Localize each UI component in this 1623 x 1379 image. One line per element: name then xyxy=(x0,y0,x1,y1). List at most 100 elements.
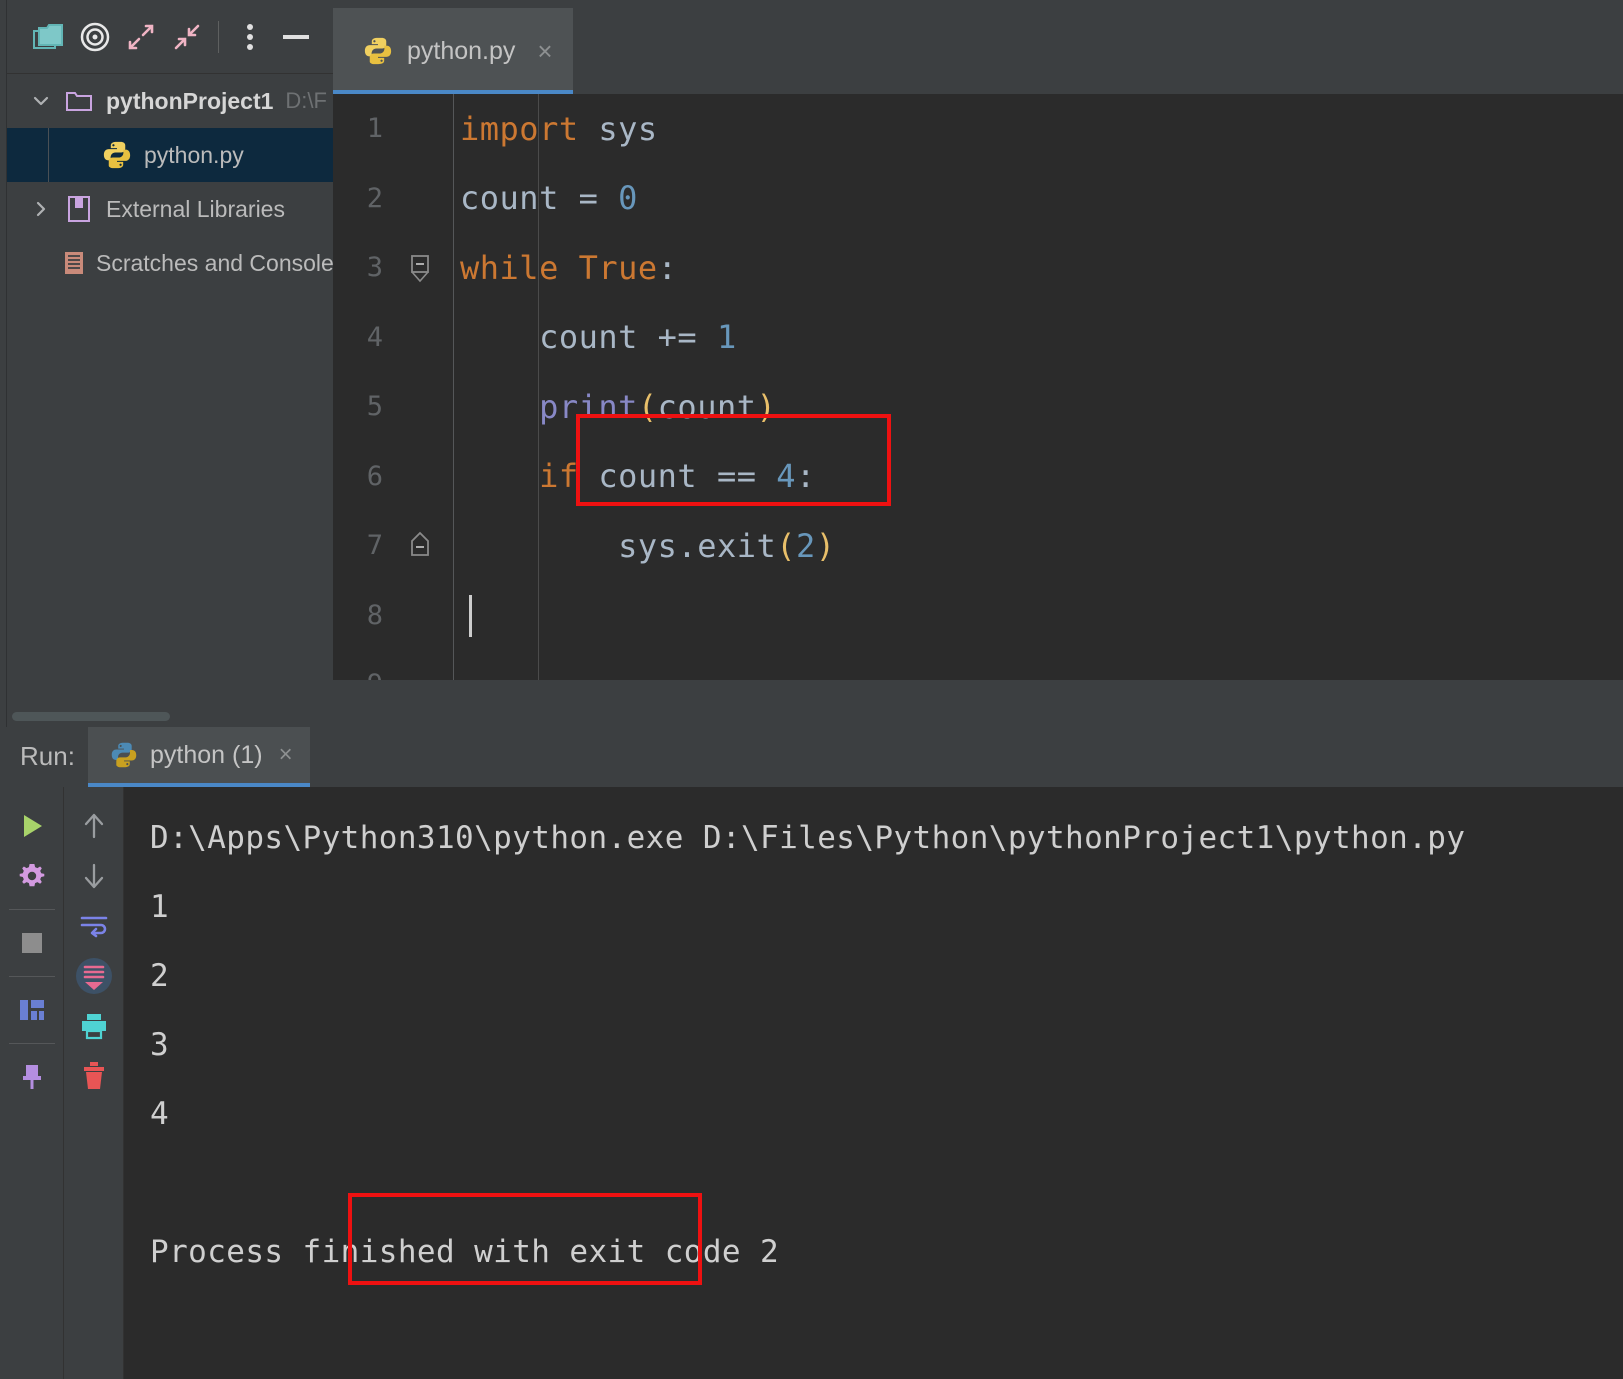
console-line: 1 xyxy=(150,888,170,925)
run-tab-python-1[interactable]: python (1) × xyxy=(88,727,310,783)
line-number: 8 xyxy=(366,599,383,631)
console-output[interactable]: D:\Apps\Python310\python.exe D:\Files\Py… xyxy=(124,787,1623,1379)
panel-left-edge xyxy=(0,0,7,727)
tree-item-scratches-and-consoles[interactable]: Scratches and Console xyxy=(0,236,333,290)
close-icon[interactable]: × xyxy=(279,741,293,769)
toolbar-separator xyxy=(8,1043,55,1044)
down-arrow-button[interactable] xyxy=(64,851,123,901)
tree-item-path: D:\F xyxy=(285,88,327,113)
editor-tab-label: python.py xyxy=(407,36,516,65)
folder-icon[interactable] xyxy=(26,14,72,60)
code-line: 4 count += 1 xyxy=(333,303,1623,373)
arrow-down-icon xyxy=(84,863,103,889)
code-line-partial: 9 xyxy=(333,650,1623,680)
gear-icon xyxy=(19,864,44,887)
run-settings-button[interactable] xyxy=(0,851,63,901)
code-line: 5 print(count) xyxy=(333,372,1623,442)
tree-item-pythonProject1[interactable]: pythonProject1 D:\F xyxy=(0,74,333,128)
line-number: 5 xyxy=(366,391,383,423)
indent-guide xyxy=(48,128,49,182)
code-text: count = 0 xyxy=(460,179,638,218)
toolbar-separator xyxy=(8,976,55,977)
line-number: 2 xyxy=(366,182,383,214)
tree-item-label: External Libraries xyxy=(106,195,285,222)
console-line: 4 xyxy=(150,1095,170,1132)
console-line: 2 xyxy=(150,957,170,994)
code-text: import sys xyxy=(460,109,658,148)
soft-wrap-button[interactable] xyxy=(64,901,123,951)
toolbar-separator xyxy=(8,909,55,910)
line-number: 3 xyxy=(366,252,383,284)
gutter-fold-end[interactable] xyxy=(391,529,448,563)
code-text: print(count) xyxy=(539,387,777,426)
tree-item-external-libraries[interactable]: External Libraries xyxy=(0,182,333,236)
pin-icon xyxy=(22,1065,41,1089)
tree-item-label: pythonProject1 xyxy=(106,87,274,114)
scratches-icon xyxy=(62,250,86,276)
editor-tab-python-py[interactable]: python.py × xyxy=(333,8,573,94)
code-line: 3 while True: xyxy=(333,233,1623,303)
collapse-all-icon[interactable] xyxy=(164,14,210,60)
minimize-icon[interactable] xyxy=(273,14,319,60)
rerun-button[interactable] xyxy=(0,801,63,851)
close-icon[interactable]: × xyxy=(537,36,552,67)
trash-icon xyxy=(83,1062,104,1089)
layout-icon xyxy=(19,1000,44,1020)
editor-tabbar: python.py × xyxy=(333,0,1623,94)
python-run-icon xyxy=(110,741,138,769)
run-panel-label: Run: xyxy=(20,741,75,771)
pycharm-window: pythonProject1 D:\F python.py External L… xyxy=(0,0,1623,1379)
code-text: count += 1 xyxy=(460,318,737,357)
console-line-process-finished: Process finished with exit code 2 xyxy=(150,1233,780,1270)
run-toolbar-primary xyxy=(0,787,64,1379)
stop-button[interactable] xyxy=(0,918,63,968)
printer-icon xyxy=(81,1014,106,1040)
fold-collapse-icon[interactable] xyxy=(409,251,431,285)
library-icon xyxy=(62,195,96,223)
chevron-down-icon[interactable] xyxy=(26,91,56,111)
line-number: 6 xyxy=(366,460,383,492)
more-options-icon[interactable] xyxy=(227,14,273,60)
up-arrow-button[interactable] xyxy=(64,801,123,851)
project-panel: pythonProject1 D:\F python.py External L… xyxy=(0,0,333,727)
tree-item-python-py[interactable]: python.py xyxy=(0,128,333,182)
scroll-to-end-icon xyxy=(75,958,112,994)
code-line: 6 if count == 4: xyxy=(333,442,1623,512)
fold-end-icon[interactable] xyxy=(409,529,431,563)
editor-area: python.py × 1 import sys 2 count = 0 3 w… xyxy=(333,0,1623,727)
folder-icon xyxy=(62,89,96,113)
project-toolbar xyxy=(0,0,333,74)
gutter-fold-start[interactable] xyxy=(391,251,448,285)
run-toolbar-secondary xyxy=(64,787,124,1379)
run-tab-label: python (1) xyxy=(150,740,263,769)
scroll-to-end-button[interactable] xyxy=(64,951,123,1001)
tree-item-label: python.py xyxy=(144,141,244,168)
python-file-icon xyxy=(100,140,134,170)
play-icon xyxy=(23,815,42,837)
code-text: if count == 4: xyxy=(539,457,816,496)
pin-tab-button[interactable] xyxy=(0,1052,63,1102)
editor-bottom-strip xyxy=(333,680,1623,727)
code-text: sys.exit(2) xyxy=(460,526,836,565)
expand-all-icon[interactable] xyxy=(118,14,164,60)
project-tree: pythonProject1 D:\F python.py External L… xyxy=(0,74,333,714)
layout-button[interactable] xyxy=(0,985,63,1035)
clear-all-button[interactable] xyxy=(64,1051,123,1101)
toolbar-divider xyxy=(218,20,219,53)
print-button[interactable] xyxy=(64,1001,123,1051)
line-number: 4 xyxy=(366,321,383,353)
code-line-current: 8 xyxy=(333,581,1623,651)
line-number: 9 xyxy=(333,669,391,680)
code-line: 7 sys.exit(2) xyxy=(333,511,1623,581)
line-number: 1 xyxy=(366,113,383,145)
text-caret xyxy=(469,594,472,637)
code-line: 2 count = 0 xyxy=(333,164,1623,234)
code-editor[interactable]: 1 import sys 2 count = 0 3 while True: 4… xyxy=(333,94,1623,680)
line-number: 7 xyxy=(366,530,383,562)
chevron-right-icon[interactable] xyxy=(26,199,56,219)
project-horizontal-scrollbar[interactable] xyxy=(12,712,170,721)
console-line-command: D:\Apps\Python310\python.exe D:\Files\Py… xyxy=(150,819,1466,856)
stop-icon xyxy=(21,933,42,953)
console-line: 3 xyxy=(150,1026,170,1063)
target-icon[interactable] xyxy=(72,14,118,60)
